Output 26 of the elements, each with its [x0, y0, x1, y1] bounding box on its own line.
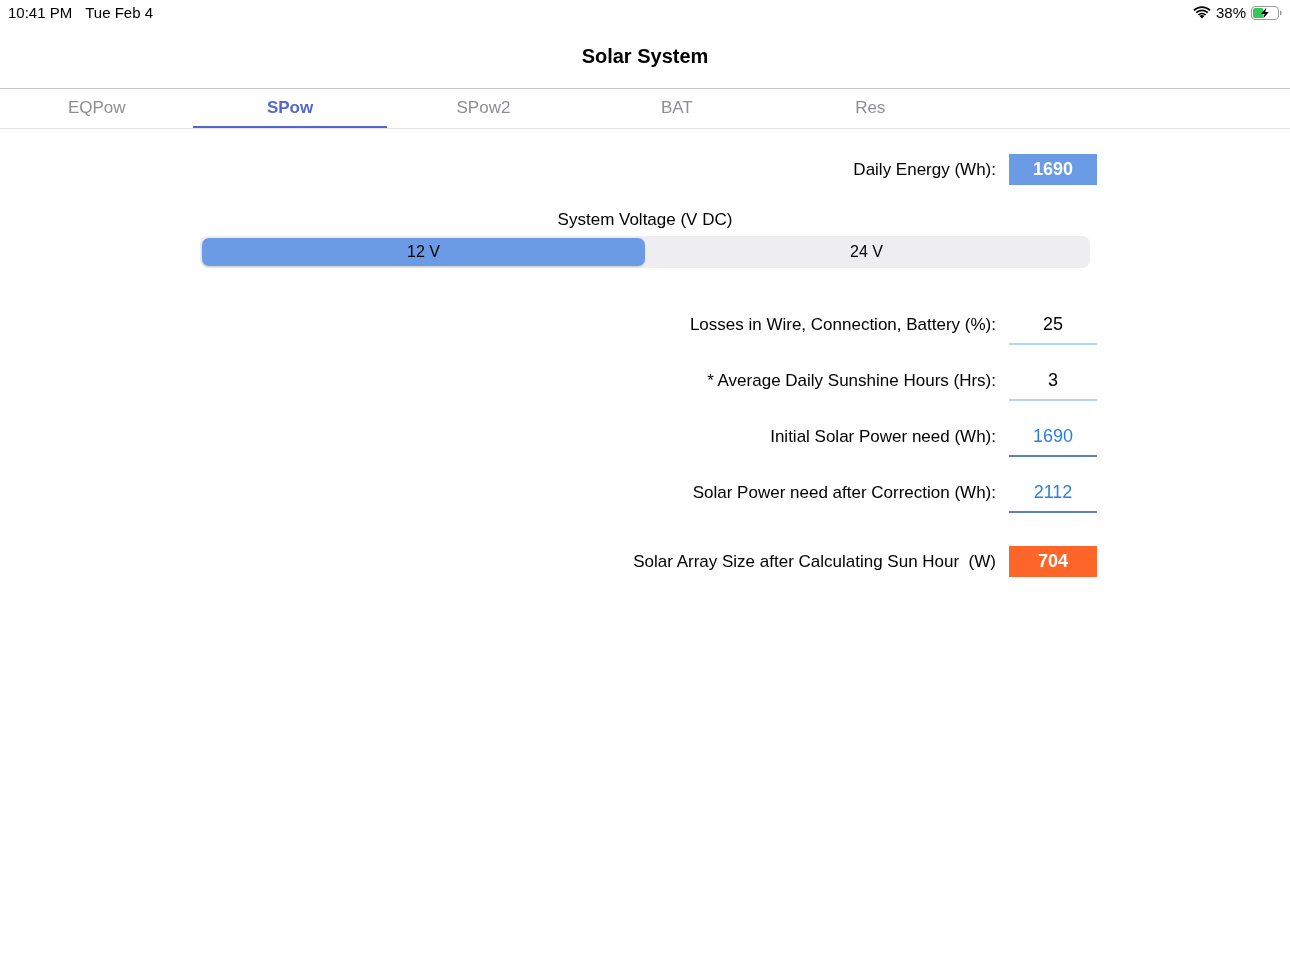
wifi-icon	[1192, 6, 1211, 19]
segment-option[interactable]: 24 V	[645, 238, 1088, 266]
input-field[interactable]: 25	[1009, 305, 1097, 345]
field-label: * Average Daily Sunshine Hours (Hrs):	[707, 371, 996, 391]
result-value: 704	[1009, 546, 1097, 577]
status-date: Tue Feb 4	[85, 4, 154, 21]
field-label: Solar Power need after Correction (Wh):	[692, 483, 996, 503]
charging-battery-icon	[1251, 5, 1282, 20]
output-field: 2112	[1009, 473, 1097, 513]
battery-percentage: 38%	[1215, 4, 1246, 21]
segment-option[interactable]: 12 V	[202, 238, 645, 266]
tab[interactable]: EQPow	[0, 89, 194, 128]
tab[interactable]: BAT	[580, 89, 774, 128]
section-label: System Voltage (V DC)	[557, 210, 733, 230]
field-label: Solar Array Size after Calculating Sun Hour (W)	[633, 551, 996, 572]
input-field[interactable]: 3	[1009, 361, 1097, 401]
status-time: 10:41 PM	[8, 4, 73, 21]
screen-title: Solar System	[581, 45, 709, 68]
field-label: Daily Energy (Wh):	[853, 159, 996, 180]
daily-energy-value: 1690	[1009, 154, 1097, 185]
tab[interactable]: SPow	[193, 89, 387, 128]
tab[interactable]: SPow2	[386, 89, 581, 128]
field-label: Initial Solar Power need (Wh):	[770, 427, 996, 447]
field-label: Losses in Wire, Connection, Battery (%):	[689, 315, 996, 335]
tab[interactable]: Res	[773, 89, 967, 128]
output-field: 1690	[1009, 417, 1097, 457]
